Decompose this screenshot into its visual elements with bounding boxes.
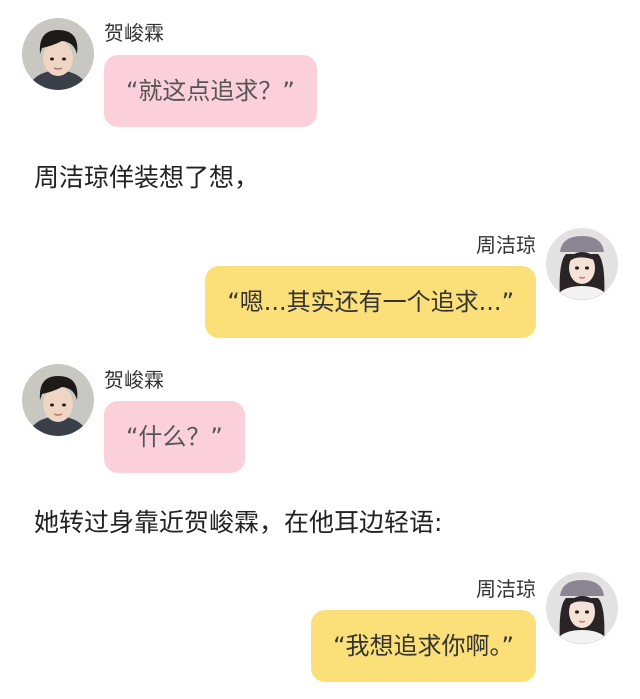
narration-text: 周洁琼佯装想了想， [34, 163, 260, 192]
narration-text: 她转过身靠近贺峻霖，在他耳边轻语: [34, 508, 443, 537]
female-avatar[interactable] [546, 572, 618, 644]
speaker-name: 贺峻霖 [104, 21, 164, 45]
speaker-name: 周洁琼 [476, 233, 536, 257]
chat-bubble[interactable]: “什么？” [104, 401, 245, 473]
chat-bubble[interactable]: “嗯...其实还有一个追求...” [205, 266, 536, 338]
female-avatar[interactable] [546, 228, 618, 300]
male-avatar[interactable] [22, 364, 94, 436]
chat-bubble[interactable]: “就这点追求？” [104, 55, 317, 127]
speaker-name: 周洁琼 [476, 577, 536, 601]
speaker-name: 贺峻霖 [104, 368, 164, 392]
chat-bubble[interactable]: “我想追求你啊。” [311, 610, 536, 682]
male-avatar[interactable] [22, 18, 94, 90]
